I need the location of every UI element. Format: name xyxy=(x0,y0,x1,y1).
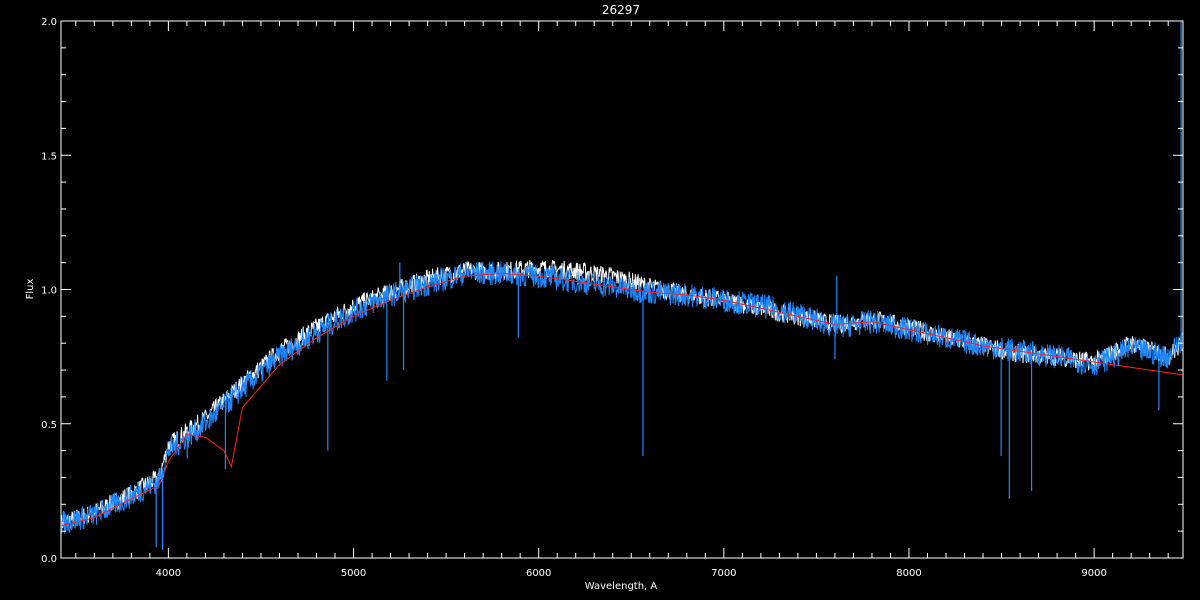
x-tick-label: 4000 xyxy=(156,568,181,579)
x-axis-label: Wavelength, A xyxy=(585,581,658,592)
x-tick-label: 9000 xyxy=(1081,568,1106,579)
y-tick-label: 0.0 xyxy=(41,554,57,565)
y-axis-label: Flux xyxy=(25,279,36,300)
x-tick-label: 6000 xyxy=(526,568,551,579)
chart-title: 26297 xyxy=(602,3,640,17)
spectrum-chart: 26297 Wavelength, A Flux 4000 5000 6000 700… xyxy=(0,0,1200,600)
y-tick-label: 1.0 xyxy=(41,286,57,297)
x-tick-label: 7000 xyxy=(711,568,736,579)
chart-background xyxy=(0,0,1200,600)
x-tick-label: 8000 xyxy=(896,568,921,579)
y-tick-label: 2.0 xyxy=(41,17,57,28)
x-tick-label: 5000 xyxy=(341,568,366,579)
y-tick-label: 0.5 xyxy=(41,420,57,431)
y-tick-label: 1.5 xyxy=(41,151,57,162)
